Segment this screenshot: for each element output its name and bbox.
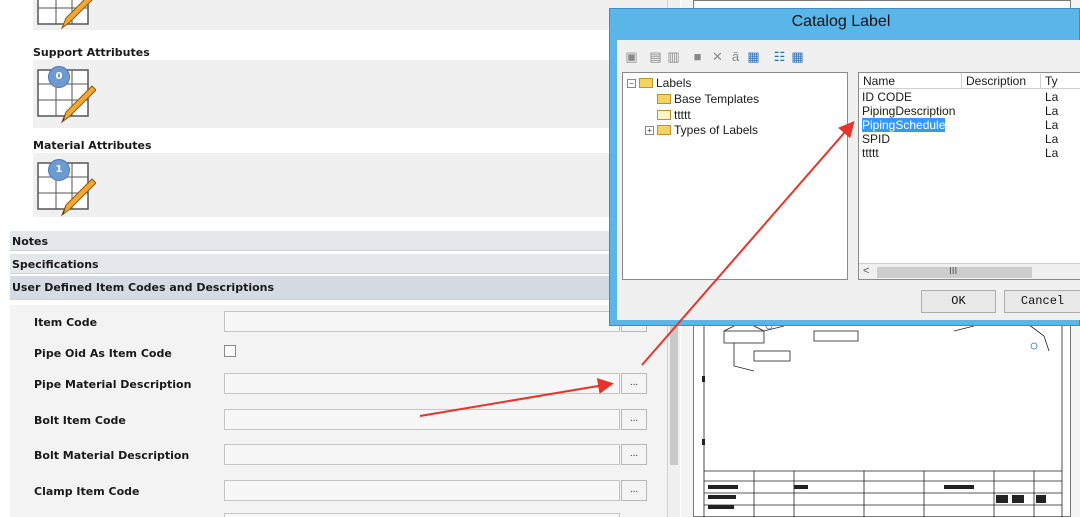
item-code-label: Item Code xyxy=(34,316,98,329)
new-folder-icon[interactable]: ▣ xyxy=(623,48,640,65)
pipe-material-description-label: Pipe Material Description xyxy=(34,378,192,391)
list-item-selected[interactable]: PipingSchedule xyxy=(862,118,946,132)
folder-icon xyxy=(639,78,653,88)
tree-node-labels[interactable]: Labels xyxy=(639,76,691,90)
bolt-item-code-browse-button[interactable]: ... xyxy=(621,409,647,430)
bolt-item-code-row: Bolt Item Code ... xyxy=(10,403,667,439)
clamp-item-code-label: Clamp Item Code xyxy=(34,485,140,498)
notes-section-header[interactable]: Notes xyxy=(10,231,667,251)
list-item[interactable]: SPID xyxy=(862,132,890,146)
delete-icon[interactable]: ✕ xyxy=(709,48,726,65)
folder-icon xyxy=(657,125,671,135)
rename-icon[interactable]: ā xyxy=(727,48,744,65)
support-attributes-block xyxy=(33,60,667,128)
list-item[interactable]: PipingDescription xyxy=(862,104,955,118)
list-header: Name Description Ty xyxy=(859,73,1080,89)
catalog-label-dialog: Catalog Label ▣ ▤ ▥ ■ ✕ ā ▦ ☷ ▦ − Labels… xyxy=(609,8,1080,326)
list-item[interactable]: ttttt xyxy=(862,146,879,160)
clamp-item-code-browse-button[interactable]: ... xyxy=(621,480,647,501)
list-item-type: La xyxy=(1045,90,1059,104)
ok-button[interactable]: OK xyxy=(921,290,996,313)
support-attributes-count-badge: 0 xyxy=(48,66,70,88)
label-tree-pane[interactable]: − Labels Base Templates ttttt + Types of… xyxy=(622,72,848,280)
list-item-type: La xyxy=(1045,132,1059,146)
list-item[interactable]: ID CODE xyxy=(862,90,912,104)
bolt-material-description-row: Bolt Material Description ... xyxy=(10,438,667,474)
save-icon[interactable]: ■ xyxy=(689,48,706,65)
item-code-field[interactable] xyxy=(224,311,620,332)
list-horizontal-scrollbar[interactable]: < III xyxy=(859,263,1080,279)
pipe-material-description-field[interactable] xyxy=(224,373,620,394)
user-defined-section-header[interactable]: User Defined Item Codes and Descriptions xyxy=(10,276,667,300)
bolt-material-description-field[interactable] xyxy=(224,444,620,465)
cancel-button[interactable]: Cancel xyxy=(1004,290,1080,313)
column-name[interactable]: Name xyxy=(859,74,962,89)
dialog-title: Catalog Label xyxy=(791,13,891,30)
tree-node-ttttt[interactable]: ttttt xyxy=(657,108,691,122)
next-row-partial xyxy=(10,510,667,517)
open-folder-icon xyxy=(657,110,671,120)
list-view-icon[interactable]: ☷ xyxy=(771,48,788,65)
material-attributes-title: Material Attributes xyxy=(33,139,152,152)
tree-node-base-templates[interactable]: Base Templates xyxy=(657,92,759,106)
column-description[interactable]: Description xyxy=(962,74,1041,89)
tree-collapse-icon[interactable]: − xyxy=(627,79,636,88)
clamp-item-code-row: Clamp Item Code ... xyxy=(10,474,667,510)
copy-icon[interactable]: ▤ xyxy=(647,48,664,65)
dialog-body: ▣ ▤ ▥ ■ ✕ ā ▦ ☷ ▦ − Labels Base Template… xyxy=(617,40,1080,320)
pipe-oid-label: Pipe Oid As Item Code xyxy=(34,347,172,360)
pipe-material-description-browse-button[interactable]: ... xyxy=(621,373,647,394)
material-attributes-count-badge: 1 xyxy=(48,159,70,181)
scroll-grip: III xyxy=(949,266,958,277)
column-type[interactable]: Ty xyxy=(1041,74,1080,89)
detail-view-icon[interactable]: ▦ xyxy=(789,48,806,65)
top-attribute-block xyxy=(33,0,667,30)
scrollbar-thumb[interactable] xyxy=(670,325,678,465)
bolt-material-description-browse-button[interactable]: ... xyxy=(621,444,647,465)
paste-icon[interactable]: ▥ xyxy=(665,48,682,65)
property-panel: Support Attributes 0 Material Attributes… xyxy=(0,0,668,517)
tree-expand-icon[interactable]: + xyxy=(645,126,654,135)
list-item-type: La xyxy=(1045,118,1059,132)
clamp-item-code-field[interactable] xyxy=(224,480,620,501)
scroll-left-icon[interactable]: < xyxy=(863,265,869,277)
bolt-item-code-label: Bolt Item Code xyxy=(34,414,126,427)
edit-grid-icon[interactable] xyxy=(36,0,96,32)
pipe-material-description-row: Pipe Material Description ... xyxy=(10,367,667,403)
list-item-type: La xyxy=(1045,104,1059,118)
next-field-partial[interactable] xyxy=(224,513,620,517)
label-list-pane[interactable]: Name Description Ty ID CODE La PipingDes… xyxy=(858,72,1080,280)
bolt-item-code-field[interactable] xyxy=(224,409,620,430)
support-attributes-title: Support Attributes xyxy=(33,46,150,59)
tree-node-types-of-labels[interactable]: Types of Labels xyxy=(657,123,758,137)
bolt-material-description-label: Bolt Material Description xyxy=(34,449,190,462)
folder-icon xyxy=(657,94,671,104)
properties-icon[interactable]: ▦ xyxy=(745,48,762,65)
specifications-section-header[interactable]: Specifications xyxy=(10,254,667,274)
material-attributes-block xyxy=(33,153,667,217)
pipe-oid-checkbox[interactable] xyxy=(224,345,236,357)
list-item-type: La xyxy=(1045,146,1059,160)
